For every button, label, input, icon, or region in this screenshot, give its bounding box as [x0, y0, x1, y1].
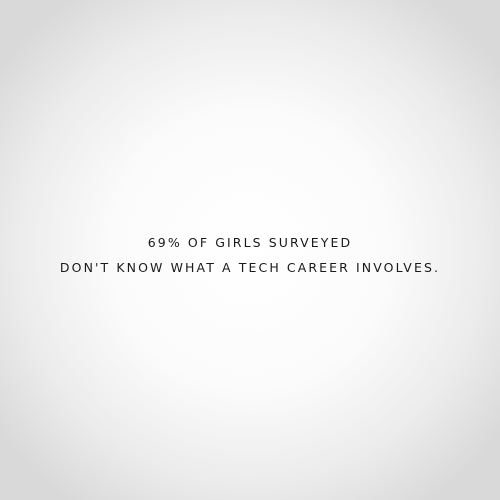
slide-canvas: 69% OF GIRLS SURVEYED DON'T KNOW WHAT A …	[0, 0, 500, 500]
headline: 69% OF GIRLS SURVEYED DON'T KNOW WHAT A …	[0, 230, 500, 280]
headline-line-2: DON'T KNOW WHAT A TECH CAREER INVOLVES.	[59, 260, 441, 275]
headline-line-1: 69% OF GIRLS SURVEYED	[147, 235, 353, 250]
